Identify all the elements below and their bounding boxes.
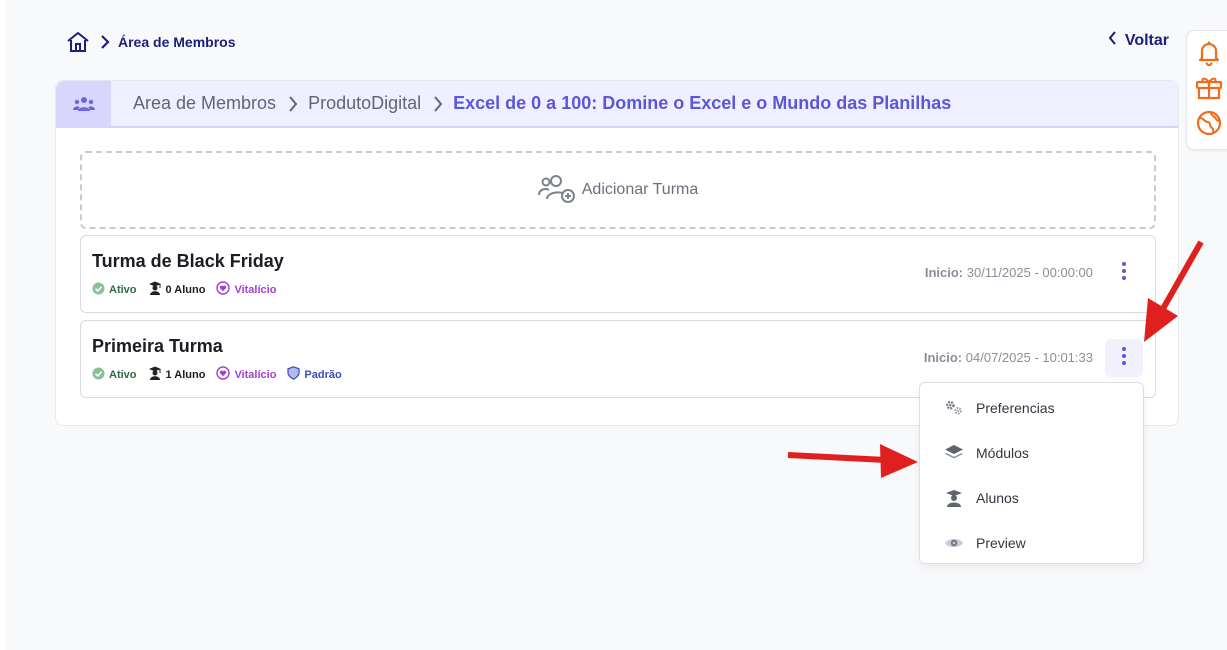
more-options-button[interactable] (1105, 339, 1143, 377)
menu-item-label: Preview (976, 534, 1026, 551)
students-label: 0 Aluno (165, 283, 206, 296)
add-turma-button[interactable]: Adicionar Turma (80, 151, 1156, 229)
header-breadcrumb: Area de Membros ProdutoDigital Excel de … (133, 93, 951, 114)
shield-icon (287, 366, 301, 383)
bell-icon[interactable] (1195, 39, 1223, 67)
access-badge: Vitalício (216, 281, 276, 298)
top-breadcrumb: Área de Membros (66, 28, 235, 56)
vertical-dots-icon (1121, 346, 1127, 371)
menu-item-label: Alunos (976, 489, 1019, 506)
crumb-area-membros[interactable]: Area de Membros (133, 93, 276, 114)
students-badge: 1 Aluno (148, 366, 206, 383)
users-icon (56, 81, 111, 126)
back-button[interactable]: Voltar (1108, 31, 1169, 50)
turma-title: Primeira Turma (92, 336, 223, 356)
vertical-dots-icon (1121, 261, 1127, 286)
status-label: Ativo (109, 283, 137, 296)
turma-row[interactable]: Turma de Black Friday Ativo 0 Aluno Vita… (80, 235, 1156, 313)
annotation-arrow-down (1144, 240, 1204, 342)
start-date: Inicio: 30/11/2025 - 00:00:00 (925, 265, 1093, 280)
turma-badges: Ativo 0 Aluno Vitalício (92, 281, 276, 298)
turma-badges: Ativo 1 Aluno Vitalício Padrão (92, 366, 342, 383)
access-badge: Vitalício (216, 366, 276, 383)
start-value: 04/07/2025 - 10:01:33 (965, 350, 1093, 365)
graduate-icon (944, 488, 964, 508)
menu-item-label: Módulos (976, 444, 1029, 461)
crumb-current-course: Excel de 0 a 100: Domine o Excel e o Mun… (453, 93, 952, 113)
menu-item-preferencias[interactable]: Preferencias (920, 385, 1143, 430)
add-turma-label: Adicionar Turma (581, 181, 699, 198)
home-icon[interactable] (66, 30, 90, 54)
menu-item-modulos[interactable]: Módulos (920, 430, 1143, 475)
crumb-produto[interactable]: ProdutoDigital (308, 93, 421, 114)
default-label: Padrão (304, 368, 342, 381)
breadcrumb-area-membros[interactable]: Área de Membros (118, 34, 235, 50)
check-circle-icon (92, 367, 105, 383)
start-label: Inicio: (924, 265, 964, 280)
gears-icon (944, 398, 964, 418)
turmas-card: Area de Membros ProdutoDigital Excel de … (55, 80, 1179, 426)
layers-icon (944, 443, 964, 463)
start-label: Inicio: (923, 350, 963, 365)
card-header: Area de Membros ProdutoDigital Excel de … (56, 81, 1178, 128)
turma-title: Turma de Black Friday (92, 251, 284, 271)
chevron-right-icon (433, 95, 443, 113)
eye-icon (944, 533, 964, 553)
more-options-button[interactable] (1105, 254, 1143, 292)
gift-box-icon[interactable] (1195, 74, 1223, 102)
status-badge: Ativo (92, 367, 137, 383)
heart-circle-icon (216, 281, 231, 298)
heart-circle-icon (216, 366, 231, 383)
globe-icon[interactable] (1195, 109, 1223, 137)
students-badge: 0 Aluno (148, 281, 206, 298)
annotation-arrow-right (787, 444, 918, 478)
default-badge: Padrão (287, 366, 342, 383)
options-dropdown: Preferencias Módulos Alunos Preview (919, 382, 1144, 564)
start-date: Inicio: 04/07/2025 - 10:01:33 (924, 350, 1093, 365)
status-label: Ativo (109, 368, 137, 381)
access-label: Vitalício (234, 368, 277, 381)
check-circle-icon (92, 282, 105, 298)
chevron-left-icon (1108, 31, 1117, 50)
status-badge: Ativo (92, 282, 137, 298)
graduate-icon (148, 281, 162, 298)
graduate-icon (148, 366, 162, 383)
menu-item-label: Preferencias (976, 399, 1055, 416)
add-group-icon (537, 173, 576, 208)
side-widget (1186, 30, 1227, 150)
chevron-right-icon (100, 34, 110, 50)
menu-item-alunos[interactable]: Alunos (920, 475, 1143, 520)
menu-item-preview[interactable]: Preview (920, 520, 1143, 565)
back-label: Voltar (1124, 31, 1169, 49)
chevron-right-icon (288, 95, 298, 113)
start-value: 30/11/2025 - 00:00:00 (966, 265, 1093, 280)
students-label: 1 Aluno (165, 368, 206, 381)
access-label: Vitalício (234, 283, 277, 296)
